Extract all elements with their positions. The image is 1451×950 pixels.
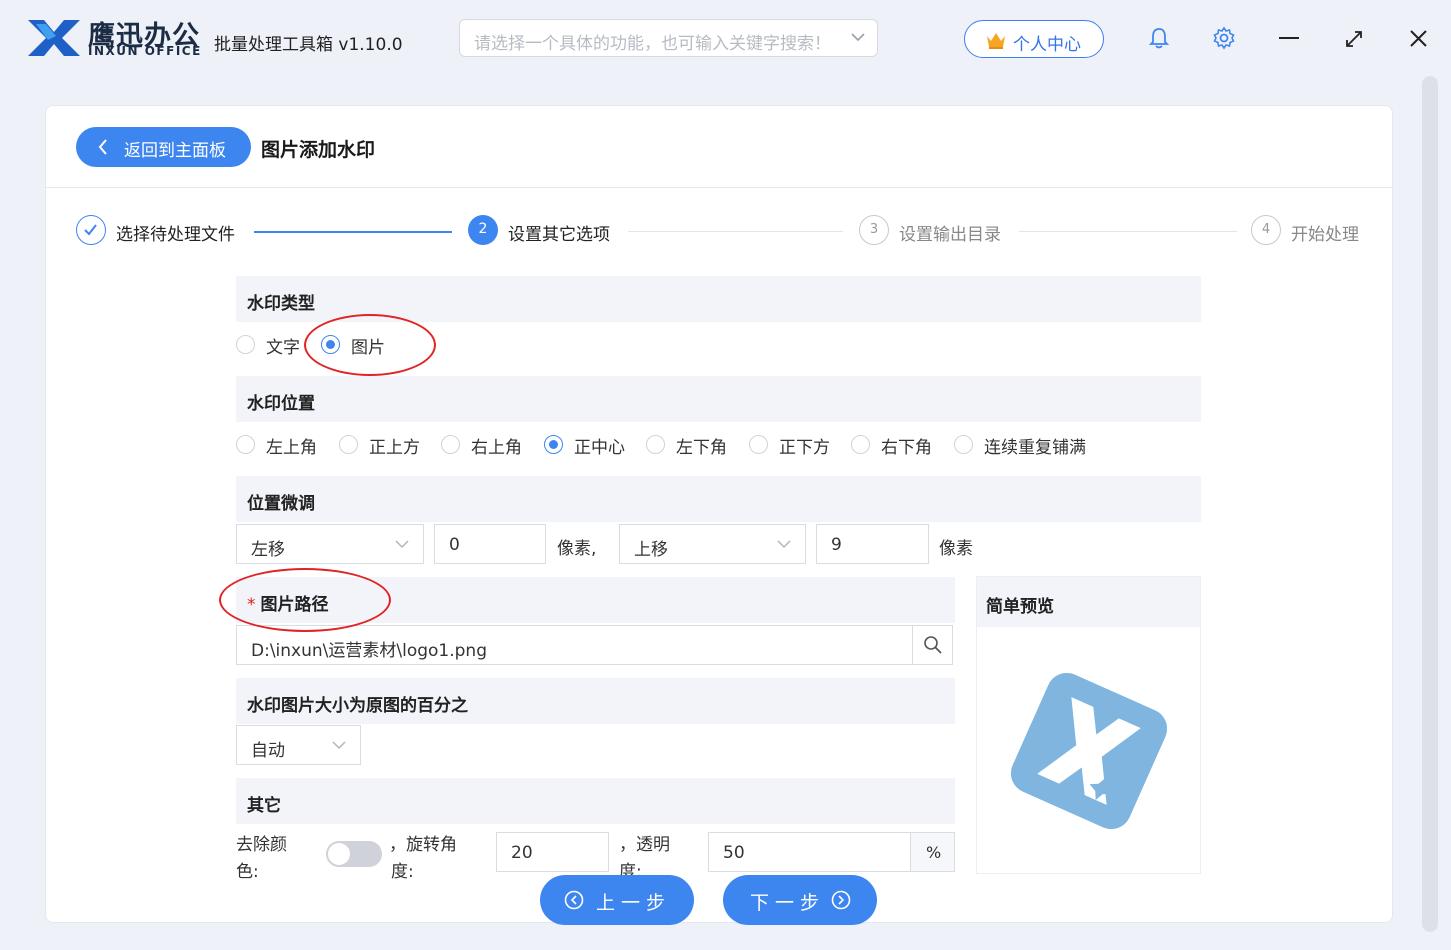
h-direction-select[interactable]: 左移 bbox=[236, 524, 424, 564]
opacity-label: ，透明 bbox=[619, 835, 670, 855]
select-value: 自动 bbox=[251, 741, 285, 761]
bell-icon[interactable] bbox=[1148, 26, 1170, 50]
user-center-label: 个人中心 bbox=[1013, 35, 1081, 55]
v-unit-label: 像素 bbox=[939, 539, 973, 559]
radio-label: 正中心 bbox=[574, 438, 625, 458]
step-number: 2 bbox=[478, 221, 488, 237]
remove-color-toggle[interactable] bbox=[326, 841, 382, 867]
section-fine-tune: 位置微调 bbox=[236, 476, 1201, 522]
step-label: 设置其它选项 bbox=[508, 225, 610, 245]
step-number: 3 bbox=[869, 222, 879, 237]
image-path-input[interactable]: D:\inxun\运营素材\logo1.png bbox=[236, 625, 953, 665]
radio-label: 正上方 bbox=[369, 438, 420, 458]
section-watermark-position: 水印位置 bbox=[236, 376, 1201, 422]
rotate-input[interactable]: 20 bbox=[496, 832, 609, 872]
input-value: 0 bbox=[449, 535, 460, 555]
v-offset-input[interactable]: 9 bbox=[816, 524, 929, 564]
radio-label: 正下方 bbox=[779, 438, 830, 458]
radio-label: 左上角 bbox=[266, 438, 317, 458]
close-icon[interactable] bbox=[1409, 29, 1428, 48]
radio-label: 左下角 bbox=[676, 438, 727, 458]
chevron-down-icon bbox=[851, 33, 865, 42]
search-placeholder: 请选择一个具体的功能，也可输入关键字搜索！ bbox=[474, 34, 831, 54]
percent-unit: % bbox=[910, 833, 954, 871]
step-label: 选择待处理文件 bbox=[116, 225, 235, 245]
chevron-right-circle-icon bbox=[831, 890, 851, 910]
next-step-button[interactable]: 下一步 bbox=[723, 875, 877, 925]
prev-step-label: 上一步 bbox=[596, 892, 672, 914]
step-connector bbox=[254, 231, 452, 233]
step-label: 开始处理 bbox=[1291, 225, 1359, 245]
section-title: 水印图片大小为原图的百分之 bbox=[247, 696, 468, 716]
annotation-ellipse-image-option bbox=[304, 314, 436, 376]
select-value: 左移 bbox=[251, 540, 285, 560]
input-value: 9 bbox=[831, 535, 842, 555]
annotation-ellipse-image-path bbox=[219, 568, 391, 632]
chevron-left-circle-icon bbox=[564, 890, 584, 910]
radio-label: 右上角 bbox=[471, 438, 522, 458]
inxun-logo-icon bbox=[28, 20, 80, 56]
input-value: 20 bbox=[511, 843, 533, 863]
section-title: 水印类型 bbox=[247, 294, 315, 314]
radio-label: 右下角 bbox=[881, 438, 932, 458]
search-icon bbox=[924, 636, 942, 654]
select-value: 上移 bbox=[634, 540, 668, 560]
chevron-down-icon bbox=[332, 741, 346, 750]
user-center-button[interactable]: 个人中心 bbox=[964, 20, 1104, 58]
rotate-label: ，旋转角 bbox=[389, 835, 457, 855]
preview-panel: 简单预览 bbox=[976, 576, 1201, 874]
v-direction-select[interactable]: 上移 bbox=[619, 524, 806, 564]
chevron-down-icon bbox=[777, 540, 791, 549]
preview-title: 简单预览 bbox=[986, 597, 1054, 617]
remove-color-label-2: 色: bbox=[236, 862, 259, 882]
check-icon bbox=[76, 215, 106, 245]
step-number: 4 bbox=[1261, 222, 1271, 237]
prev-step-button[interactable]: 上一步 bbox=[540, 875, 694, 925]
section-title: 位置微调 bbox=[247, 494, 315, 514]
back-button-label: 返回到主面板 bbox=[124, 141, 226, 161]
chevron-left-icon bbox=[98, 139, 107, 155]
section-other: 其它 bbox=[236, 778, 955, 824]
h-unit-label: 像素, bbox=[557, 539, 597, 559]
section-title: 其它 bbox=[247, 796, 281, 816]
app-title: 批量处理工具箱 v1.10.0 bbox=[214, 35, 403, 55]
h-offset-input[interactable]: 0 bbox=[434, 524, 546, 564]
remove-color-label: 去除颜 bbox=[236, 835, 287, 855]
browse-button[interactable] bbox=[912, 626, 952, 664]
input-value: 50 bbox=[723, 843, 745, 863]
chevron-down-icon bbox=[395, 540, 409, 549]
vertical-scrollbar[interactable] bbox=[1422, 76, 1438, 932]
step-label: 设置输出目录 bbox=[899, 225, 1001, 245]
page-title: 图片添加水印 bbox=[261, 139, 376, 161]
gear-icon[interactable] bbox=[1212, 26, 1236, 50]
next-step-label: 下一步 bbox=[750, 892, 826, 914]
back-to-main-button[interactable]: 返回到主面板 bbox=[76, 127, 251, 167]
main-panel: 返回到主面板 图片添加水印 选择待处理文件 2 设置其它选项 3 设置输出目录 … bbox=[45, 105, 1393, 925]
maximize-icon[interactable] bbox=[1345, 30, 1363, 48]
radio-label: 连续重复铺满 bbox=[984, 438, 1086, 458]
section-size: 水印图片大小为原图的百分之 bbox=[236, 678, 955, 724]
input-value: D:\inxun\运营素材\logo1.png bbox=[251, 641, 487, 661]
brand-name-en: INXUN OFFICE bbox=[88, 44, 202, 58]
rotate-label-2: 度: bbox=[391, 862, 414, 882]
step-connector bbox=[1019, 231, 1237, 232]
opacity-input[interactable]: 50 % bbox=[708, 832, 955, 872]
size-select[interactable]: 自动 bbox=[236, 725, 361, 765]
section-title: 水印位置 bbox=[247, 394, 315, 414]
radio-label: 文字 bbox=[266, 338, 300, 358]
panel-header: 返回到主面板 图片添加水印 bbox=[46, 106, 1392, 188]
function-search-select[interactable]: 请选择一个具体的功能，也可输入关键字搜索！ bbox=[459, 19, 878, 57]
minimize-icon[interactable] bbox=[1279, 36, 1299, 40]
title-bar: 鹰迅办公 INXUN OFFICE 批量处理工具箱 v1.10.0 请选择一个具… bbox=[0, 0, 1451, 78]
watermark-logo-preview-icon bbox=[1011, 673, 1167, 829]
crown-icon bbox=[987, 33, 1005, 49]
step-connector bbox=[628, 231, 843, 232]
